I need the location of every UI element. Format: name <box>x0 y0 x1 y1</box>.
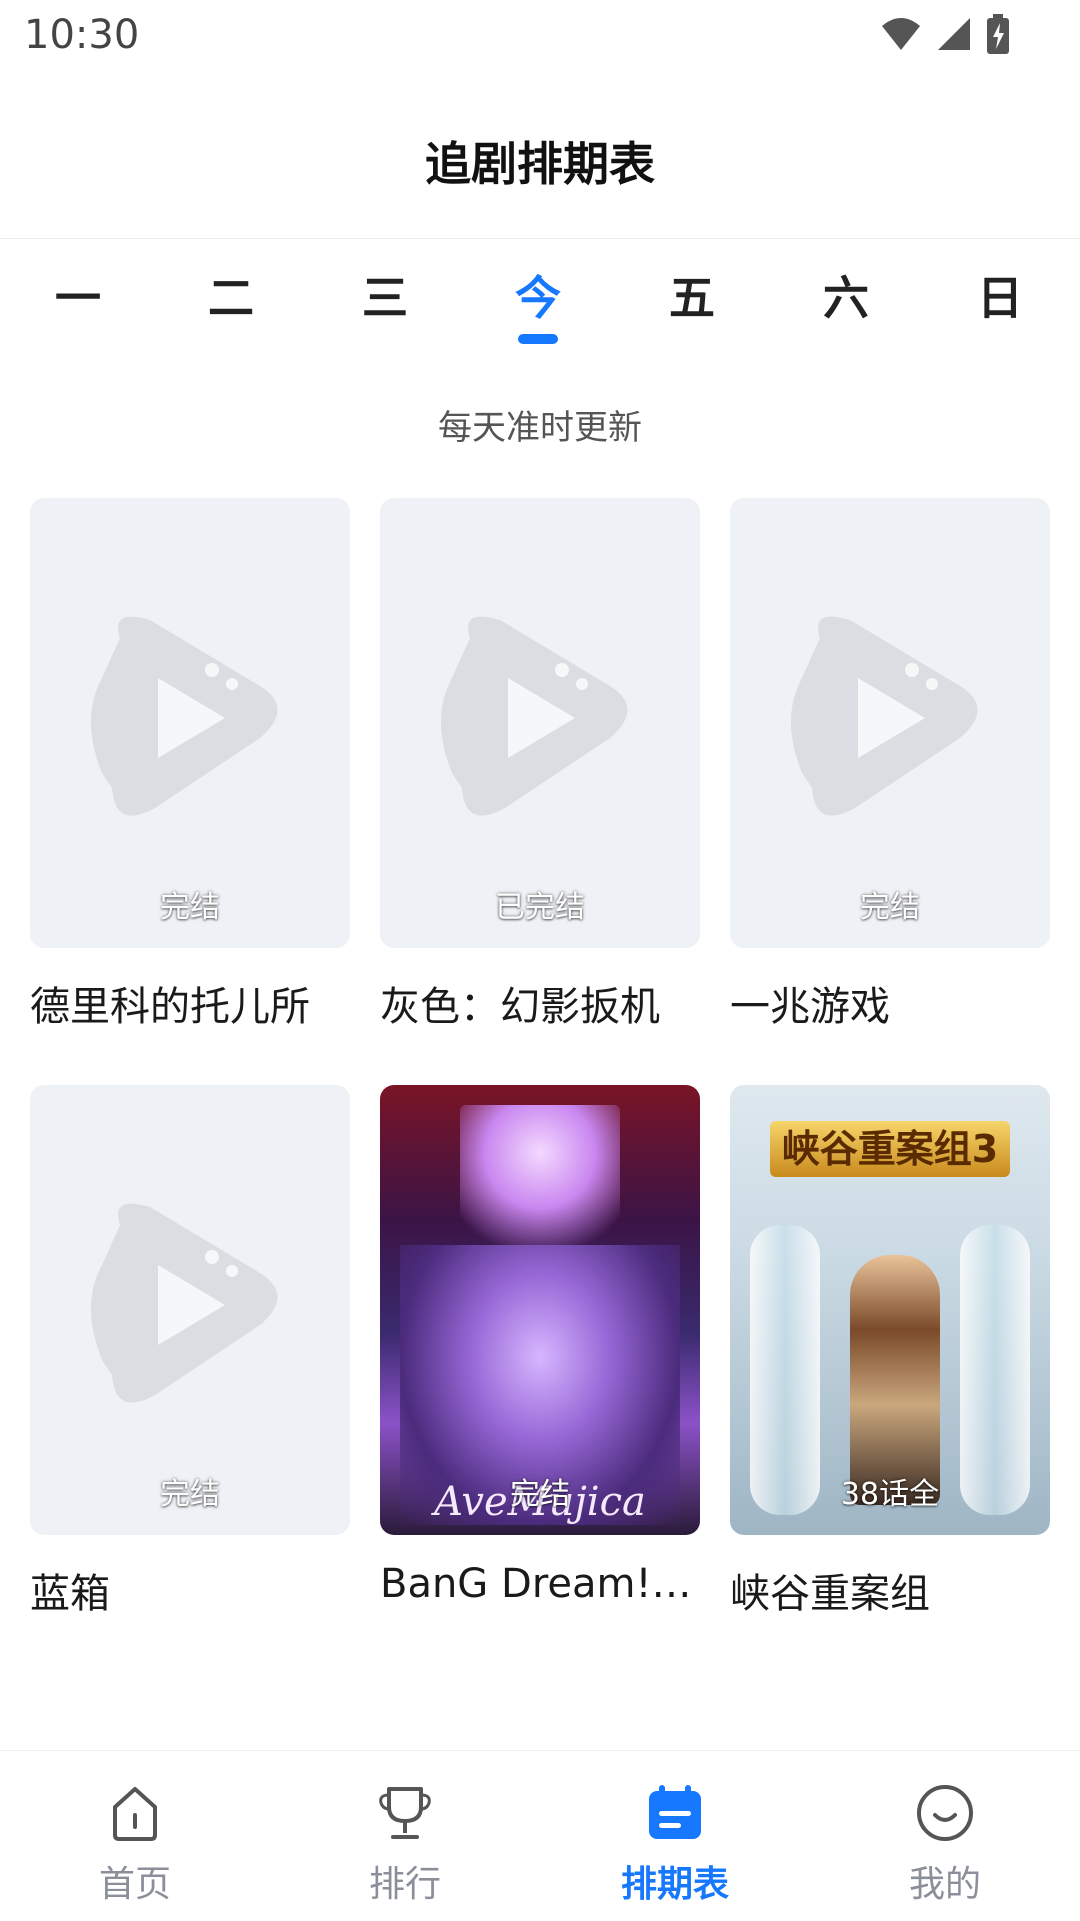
status-badge: 完结 <box>510 1477 570 1512</box>
status-bar: 10:30 <box>0 0 1080 72</box>
nav-ranking[interactable]: 排行 <box>270 1751 540 1921</box>
show-card[interactable]: AveMujica 完结 BanG Dream! Av… <box>380 1085 700 1607</box>
status-badge: 38话全 <box>840 1477 940 1512</box>
show-thumbnail: 完结 <box>30 498 350 948</box>
show-thumbnail: 已完结 <box>380 498 700 948</box>
poster-character <box>850 1255 940 1505</box>
video-placeholder-icon <box>91 616 278 816</box>
profile-icon <box>917 1785 973 1841</box>
show-poster: 峡谷重案组3 38话全 <box>730 1085 1050 1535</box>
trophy-icon <box>379 1787 431 1839</box>
nav-schedule[interactable]: 排期表 <box>540 1751 810 1921</box>
show-title: 灰色：幻影扳机 <box>380 984 660 1030</box>
battery-icon <box>987 14 1009 54</box>
nav-label: 排行 <box>368 1864 441 1905</box>
show-card[interactable]: 已完结 灰色：幻影扳机 <box>380 498 700 1032</box>
tab-monday[interactable]: 一 <box>28 262 128 328</box>
calendar-icon <box>649 1785 701 1839</box>
tab-today[interactable]: 今 <box>488 262 588 328</box>
active-tab-indicator <box>518 334 558 344</box>
poster-logo: 峡谷重案组3 <box>770 1121 1010 1177</box>
show-title: 一兆游戏 <box>730 984 890 1030</box>
schedule-subtitle: 每天准时更新 <box>438 408 642 448</box>
header: 追剧排期表 <box>0 72 1080 239</box>
video-placeholder-icon <box>791 616 978 816</box>
show-card[interactable]: 完结 德里科的托儿所 <box>30 498 350 1032</box>
home-icon <box>113 1787 157 1841</box>
status-badge: 完结 <box>860 890 920 925</box>
show-title: 峡谷重案组 <box>730 1571 930 1617</box>
signal-icon <box>938 18 970 50</box>
status-badge: 已完结 <box>495 890 585 925</box>
status-icons <box>880 14 1010 54</box>
wifi-icon <box>882 18 920 50</box>
tab-saturday[interactable]: 六 <box>796 262 896 328</box>
nav-label: 首页 <box>98 1864 171 1905</box>
bottom-nav: 首页 排行 排期表 我的 <box>0 1750 1080 1921</box>
nav-label: 我的 <box>908 1864 981 1905</box>
tab-wednesday[interactable]: 三 <box>335 262 435 328</box>
status-badge: 完结 <box>160 890 220 925</box>
show-thumbnail: 完结 <box>30 1085 350 1535</box>
poster-stage-light <box>460 1105 620 1265</box>
status-time: 10:30 <box>24 12 140 58</box>
tab-friday[interactable]: 五 <box>642 262 742 328</box>
video-placeholder-icon <box>91 1203 278 1403</box>
nav-home[interactable]: 首页 <box>0 1751 270 1921</box>
page-title: 追剧排期表 <box>425 137 655 191</box>
show-title: 蓝箱 <box>30 1571 110 1617</box>
show-card[interactable]: 完结 一兆游戏 <box>730 498 1050 1032</box>
show-card[interactable]: 峡谷重案组3 38话全 峡谷重案组 <box>730 1085 1050 1619</box>
status-badge: 完结 <box>160 1477 220 1512</box>
nav-profile[interactable]: 我的 <box>810 1751 1080 1921</box>
show-title: 德里科的托儿所 <box>30 984 310 1030</box>
show-title: BanG Dream! Av… <box>380 1561 700 1607</box>
tab-tuesday[interactable]: 二 <box>181 262 281 328</box>
show-thumbnail: 完结 <box>730 498 1050 948</box>
nav-label: 排期表 <box>620 1864 729 1905</box>
tab-sunday[interactable]: 日 <box>950 262 1050 328</box>
show-poster: AveMujica 完结 <box>380 1085 700 1535</box>
show-card[interactable]: 完结 蓝箱 <box>30 1085 350 1619</box>
video-placeholder-icon <box>441 616 628 816</box>
